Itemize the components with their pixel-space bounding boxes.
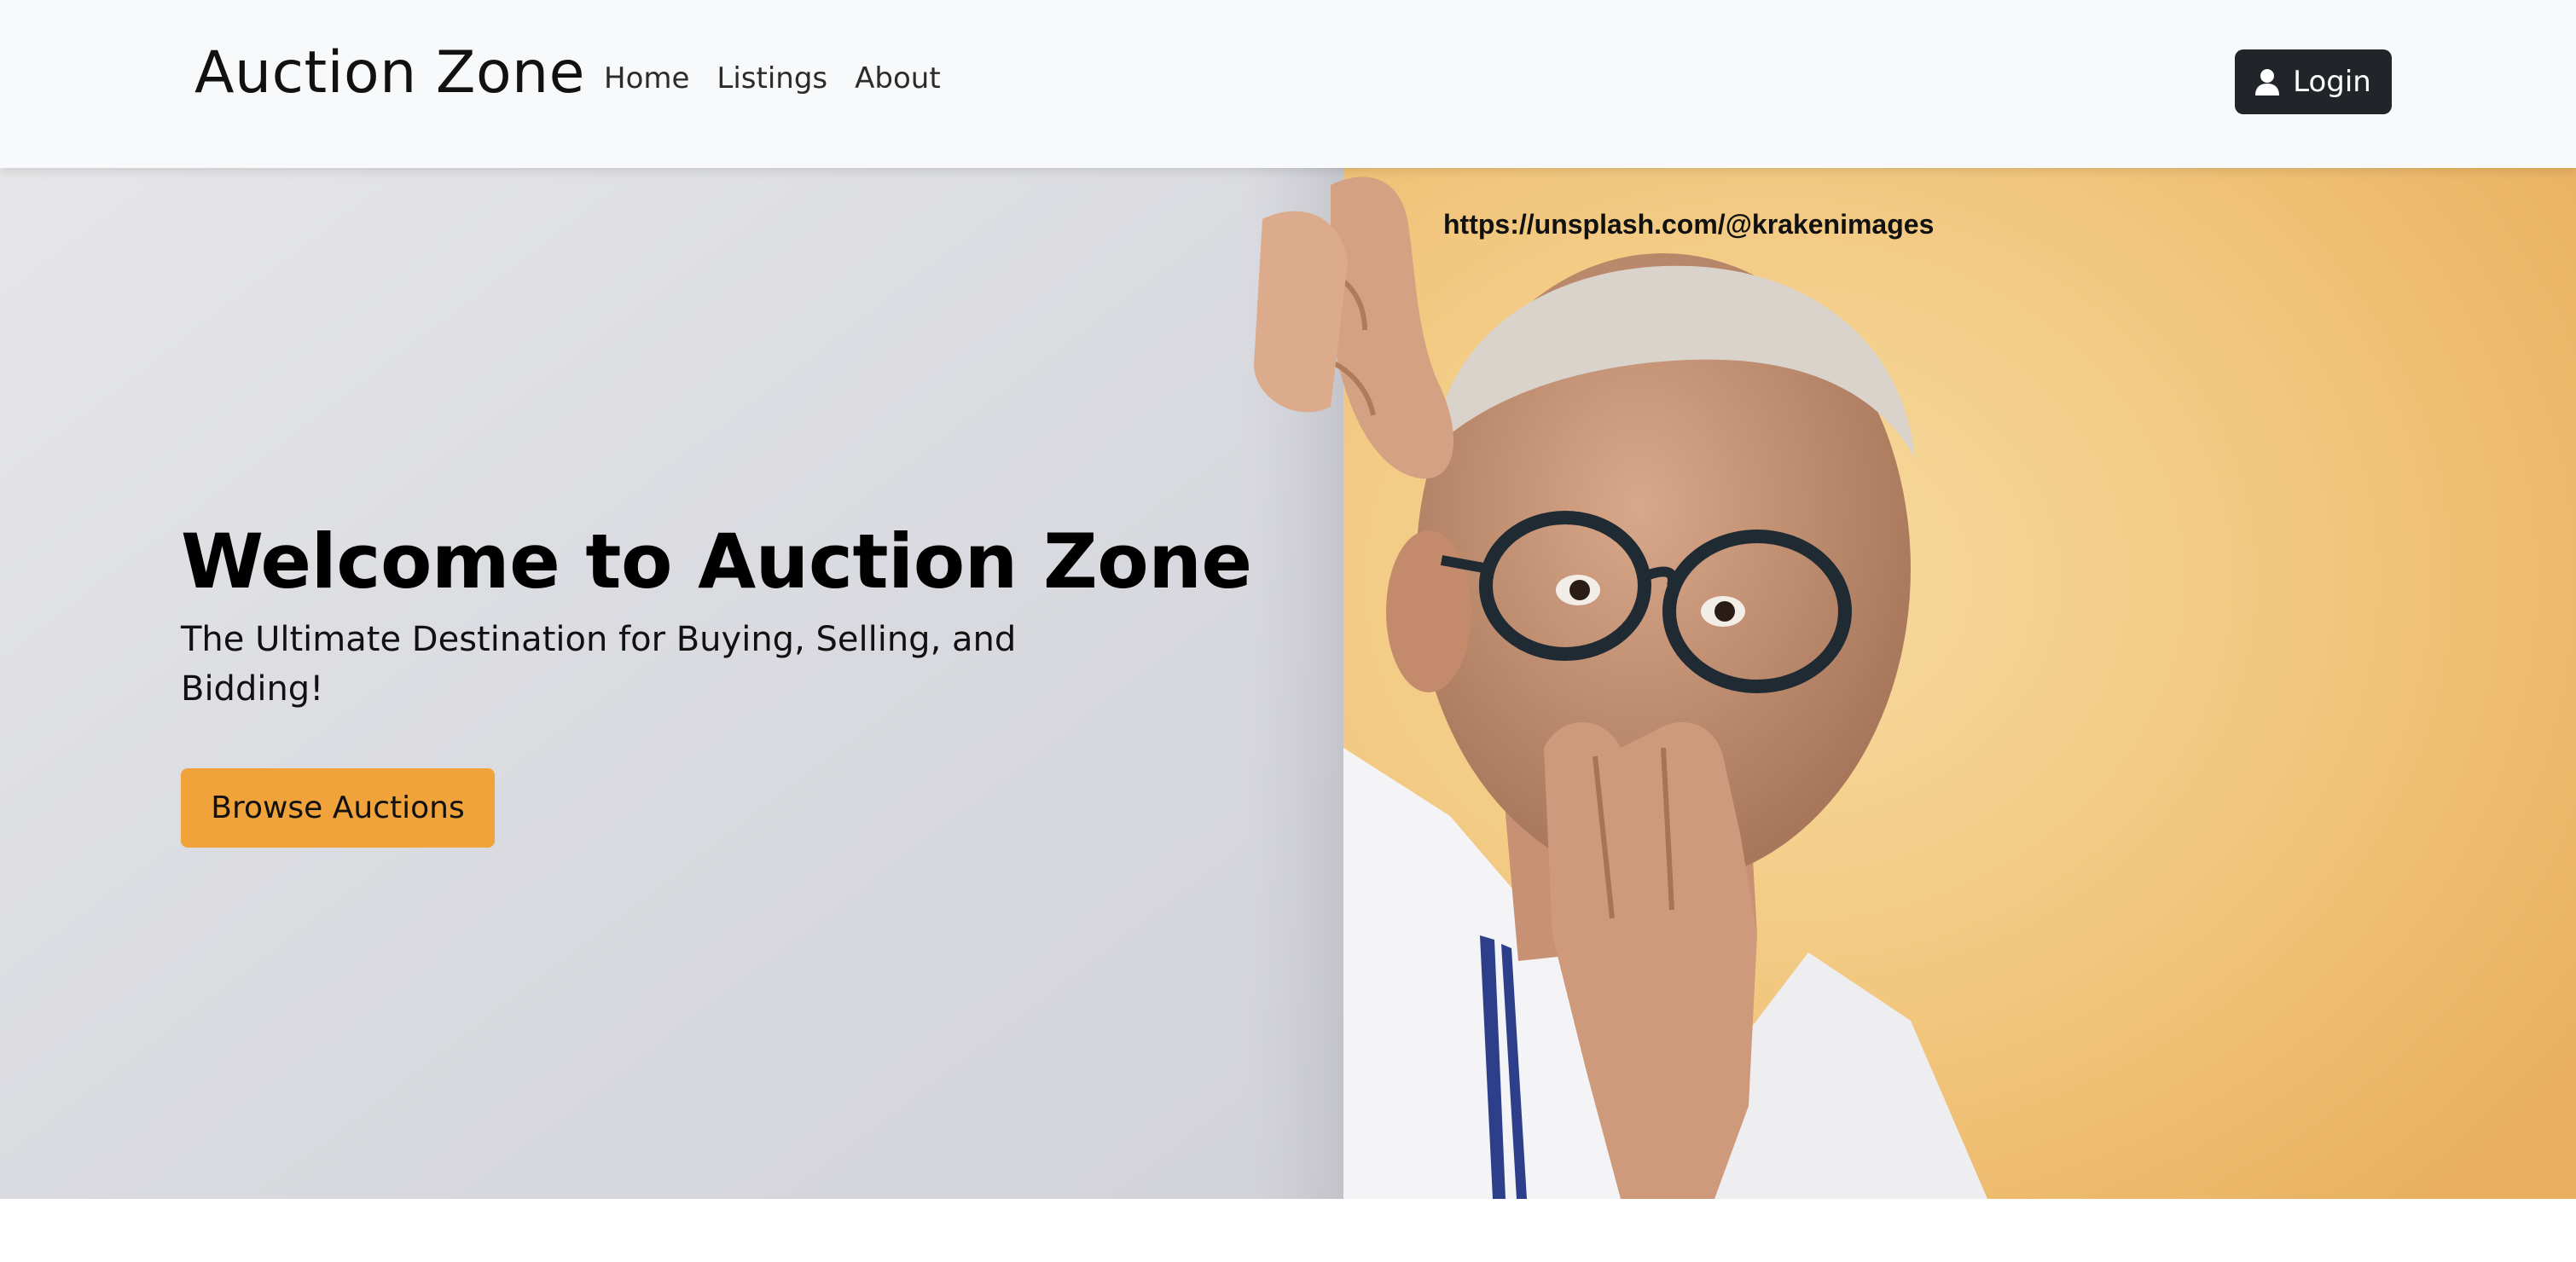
navbar: Auction Zone Home Listings About Login	[0, 0, 2576, 168]
hero-section: https://unsplash.com/@krakenimages Welco…	[0, 168, 2576, 1199]
nav-link-listings[interactable]: Listings	[717, 61, 827, 96]
nav-link-home[interactable]: Home	[604, 61, 689, 96]
photo-credit: https://unsplash.com/@krakenimages	[1443, 209, 1935, 240]
browse-auctions-button[interactable]: Browse Auctions	[181, 768, 495, 848]
hero-subtitle: The Ultimate Destination for Buying, Sel…	[181, 620, 1017, 709]
brand-logo[interactable]: Auction Zone	[194, 39, 585, 107]
hero-title: Welcome to Auction Zone	[181, 518, 1252, 605]
login-button[interactable]: Login	[2235, 49, 2392, 114]
user-icon	[2255, 68, 2280, 96]
nav-link-about[interactable]: About	[855, 61, 941, 96]
nav-links: Home Listings About	[604, 61, 941, 96]
login-label: Login	[2293, 65, 2371, 99]
